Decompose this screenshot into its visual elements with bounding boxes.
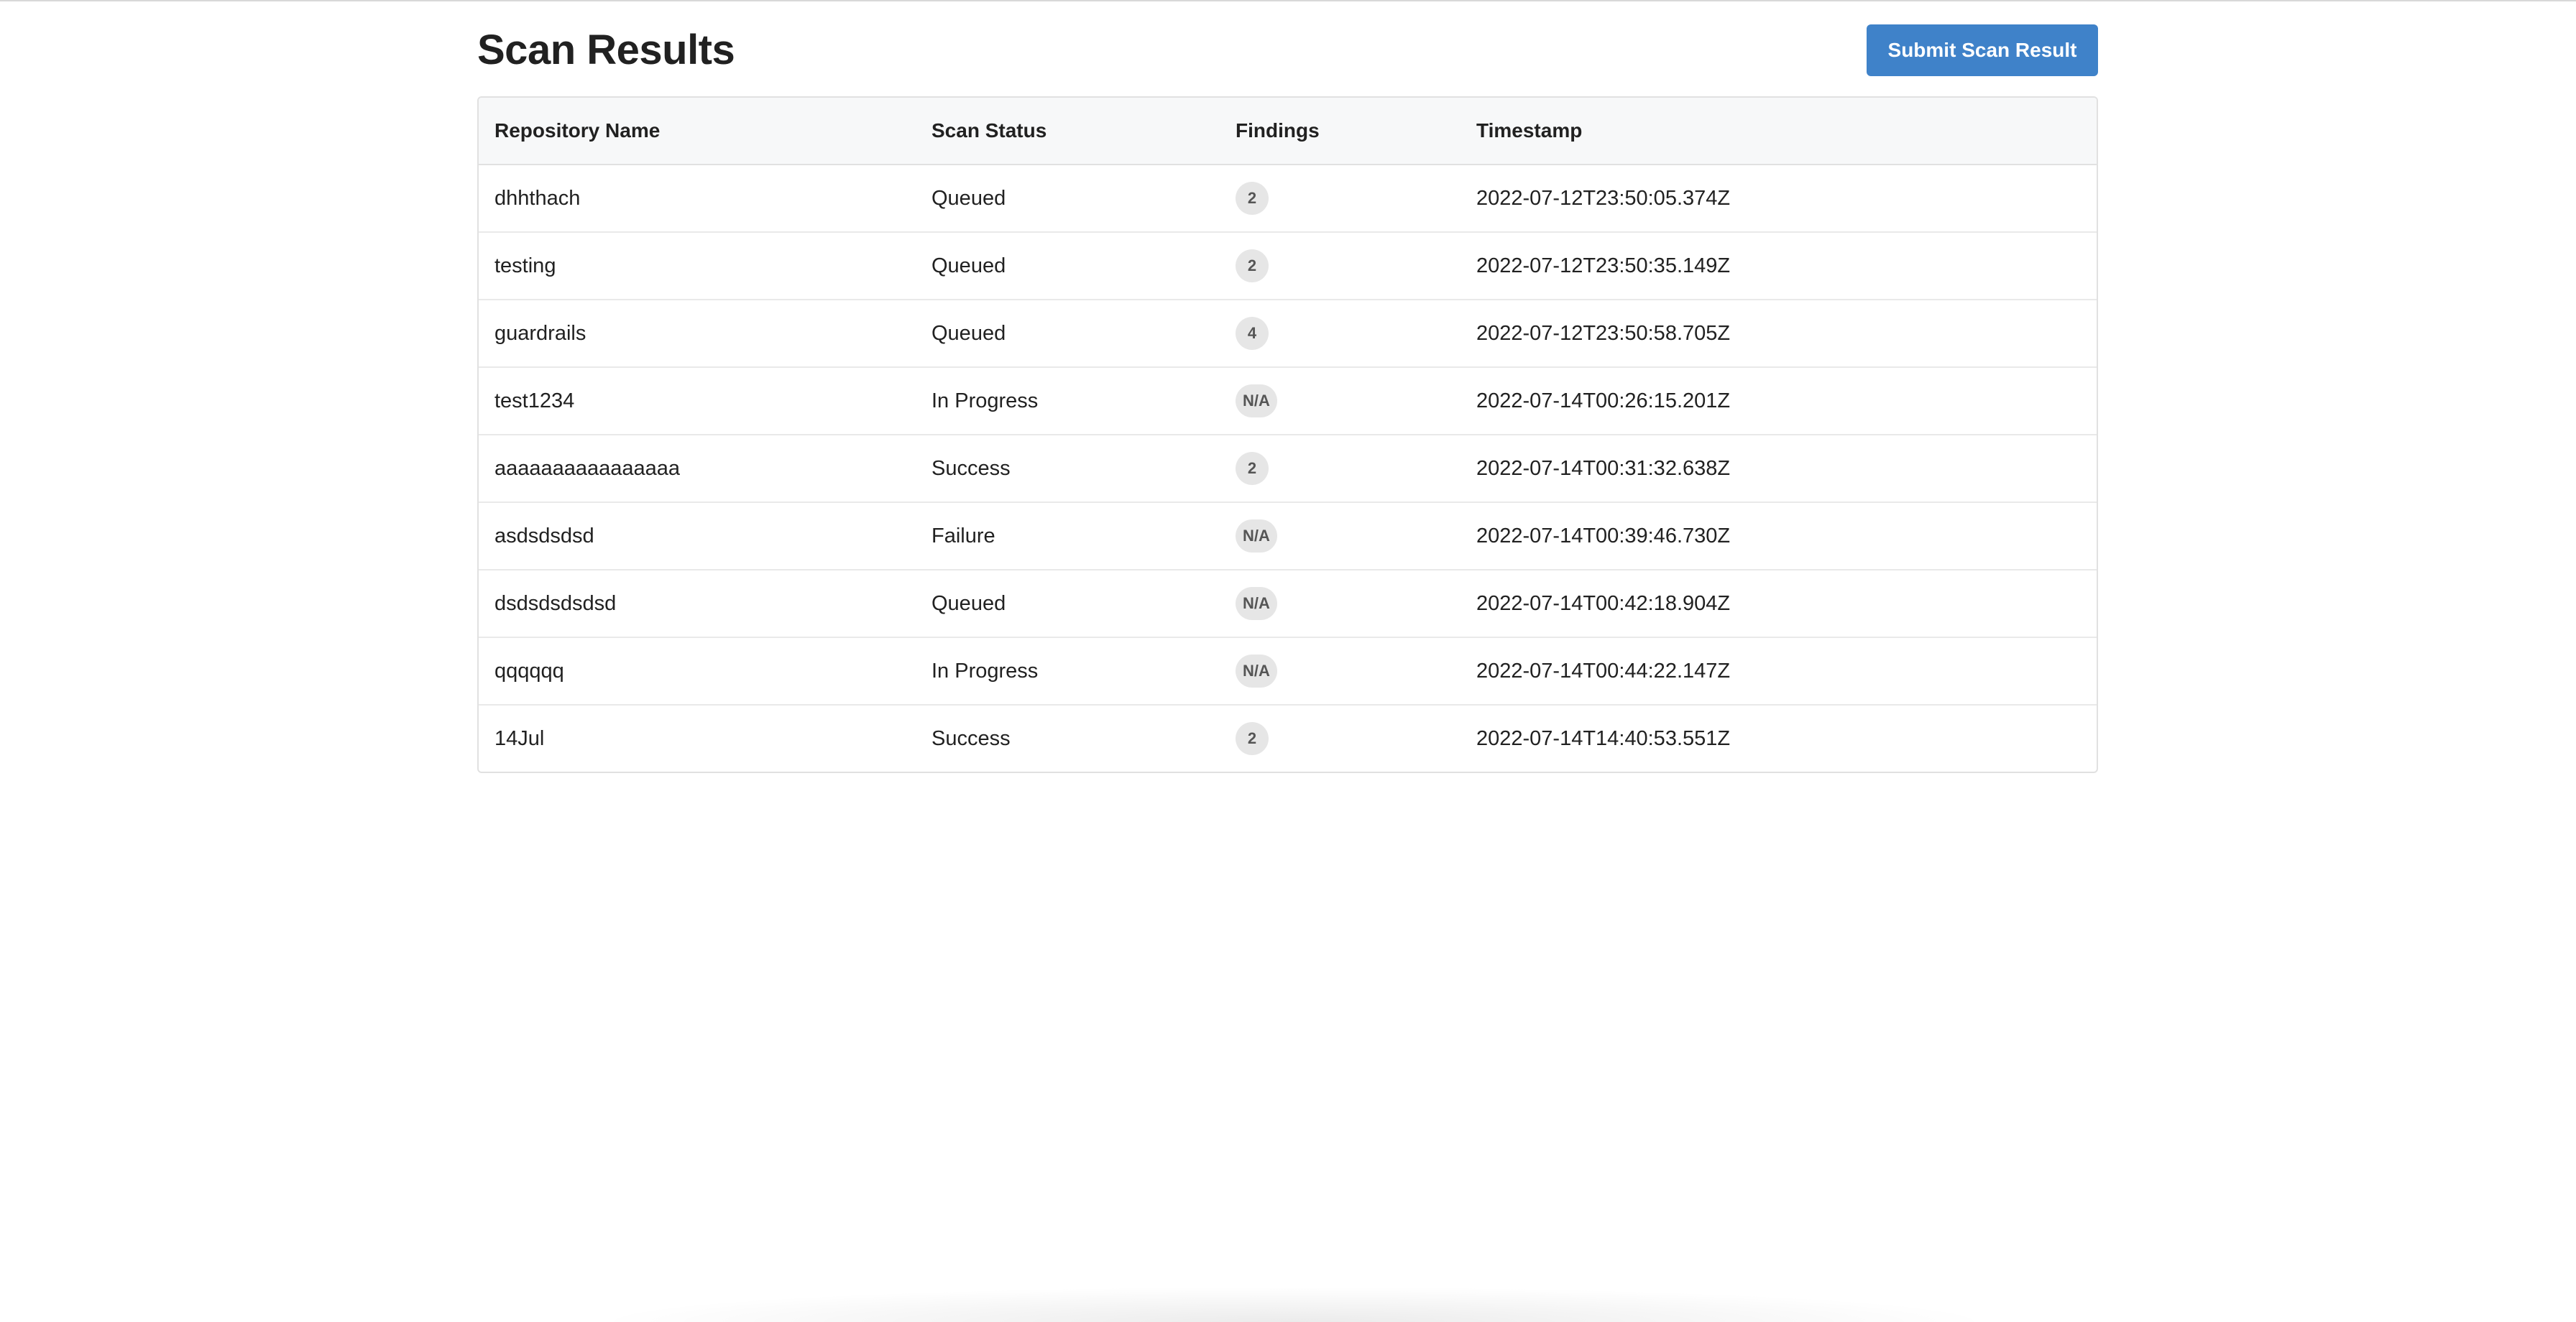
- findings-badge: N/A: [1236, 519, 1277, 553]
- table-body: dhhthach Queued 2 2022-07-12T23:50:05.37…: [479, 165, 2097, 772]
- findings-cell: N/A: [1220, 366, 1460, 435]
- repository-name-cell: guardrails: [479, 299, 916, 367]
- scan-status-cell: Success: [916, 704, 1220, 772]
- findings-cell: 2: [1220, 704, 1460, 772]
- findings-cell: N/A: [1220, 637, 1460, 705]
- findings-badge: 2: [1236, 722, 1269, 755]
- findings-cell: 4: [1220, 299, 1460, 367]
- table-header-row: Repository Name Scan Status Findings Tim…: [479, 98, 2097, 165]
- findings-badge: 2: [1236, 249, 1269, 282]
- table-row[interactable]: aaaaaaaaaaaaaaaa Success 2 2022-07-14T00…: [479, 434, 2097, 502]
- scan-status-cell: Failure: [916, 501, 1220, 570]
- scan-status-cell: Success: [916, 434, 1220, 502]
- repository-name-cell: aaaaaaaaaaaaaaaa: [479, 434, 916, 502]
- findings-cell: N/A: [1220, 569, 1460, 637]
- table-header: Repository Name Scan Status Findings Tim…: [479, 98, 2097, 165]
- timestamp-cell: 2022-07-14T00:31:32.638Z: [1460, 434, 2097, 502]
- table-row[interactable]: dhhthach Queued 2 2022-07-12T23:50:05.37…: [479, 165, 2097, 232]
- repository-name-cell: asdsdsdsd: [479, 501, 916, 570]
- scan-results-table: Repository Name Scan Status Findings Tim…: [479, 98, 2097, 772]
- scan-status-cell: In Progress: [916, 637, 1220, 705]
- scan-status-cell: Queued: [916, 569, 1220, 637]
- scan-status-cell: In Progress: [916, 366, 1220, 435]
- scan-status-cell: Queued: [916, 231, 1220, 300]
- column-header-findings: Findings: [1220, 98, 1460, 165]
- page-header: Scan Results Submit Scan Result: [477, 0, 2098, 96]
- timestamp-cell: 2022-07-14T00:42:18.904Z: [1460, 569, 2097, 637]
- column-header-repository-name: Repository Name: [479, 98, 916, 165]
- timestamp-cell: 2022-07-14T00:26:15.201Z: [1460, 366, 2097, 435]
- timestamp-cell: 2022-07-14T14:40:53.551Z: [1460, 704, 2097, 772]
- findings-badge: 2: [1236, 182, 1269, 215]
- findings-badge: N/A: [1236, 587, 1277, 620]
- findings-badge: 2: [1236, 452, 1269, 485]
- table-row[interactable]: 14Jul Success 2 2022-07-14T14:40:53.551Z: [479, 704, 2097, 772]
- findings-cell: 2: [1220, 434, 1460, 502]
- findings-cell: N/A: [1220, 501, 1460, 570]
- scan-status-cell: Queued: [916, 299, 1220, 367]
- table-row[interactable]: dsdsdsdsdsd Queued N/A 2022-07-14T00:42:…: [479, 569, 2097, 637]
- findings-cell: 2: [1220, 165, 1460, 232]
- timestamp-cell: 2022-07-12T23:50:05.374Z: [1476, 186, 1731, 210]
- column-header-timestamp: Timestamp: [1460, 98, 2097, 165]
- findings-badge: N/A: [1236, 384, 1277, 417]
- timestamp-cell: 2022-07-14T00:39:46.730Z: [1460, 501, 2097, 570]
- table-row[interactable]: testing Queued 2 2022-07-12T23:50:35.149…: [479, 231, 2097, 300]
- table-row[interactable]: asdsdsdsd Failure N/A 2022-07-14T00:39:4…: [479, 501, 2097, 570]
- scan-results-table-container: Repository Name Scan Status Findings Tim…: [477, 96, 2098, 773]
- table-row[interactable]: guardrails Queued 4 2022-07-12T23:50:58.…: [479, 299, 2097, 367]
- repository-name-cell: testing: [479, 231, 916, 300]
- timestamp-cell: 2022-07-12T23:50:35.149Z: [1460, 231, 2097, 300]
- repository-name-cell: dsdsdsdsdsd: [479, 569, 916, 637]
- repository-name-cell: dhhthach: [494, 186, 581, 210]
- submit-scan-result-button[interactable]: Submit Scan Result: [1867, 24, 2098, 76]
- table-row[interactable]: qqqqqq In Progress N/A 2022-07-14T00:44:…: [479, 637, 2097, 705]
- scan-status-cell: Queued: [932, 186, 1006, 210]
- column-header-scan-status: Scan Status: [916, 98, 1220, 165]
- repository-name-cell: 14Jul: [479, 704, 916, 772]
- repository-name-cell: test1234: [479, 366, 916, 435]
- bottom-shadow: [589, 1286, 1998, 1322]
- repository-name-cell: qqqqqq: [479, 637, 916, 705]
- page-title: Scan Results: [477, 27, 735, 73]
- timestamp-cell: 2022-07-14T00:44:22.147Z: [1460, 637, 2097, 705]
- findings-badge: 4: [1236, 317, 1269, 350]
- main-container: Scan Results Submit Scan Result Reposito…: [477, 0, 2098, 773]
- findings-badge: N/A: [1236, 655, 1277, 688]
- table-row[interactable]: test1234 In Progress N/A 2022-07-14T00:2…: [479, 366, 2097, 435]
- findings-cell: 2: [1220, 231, 1460, 300]
- timestamp-cell: 2022-07-12T23:50:58.705Z: [1460, 299, 2097, 367]
